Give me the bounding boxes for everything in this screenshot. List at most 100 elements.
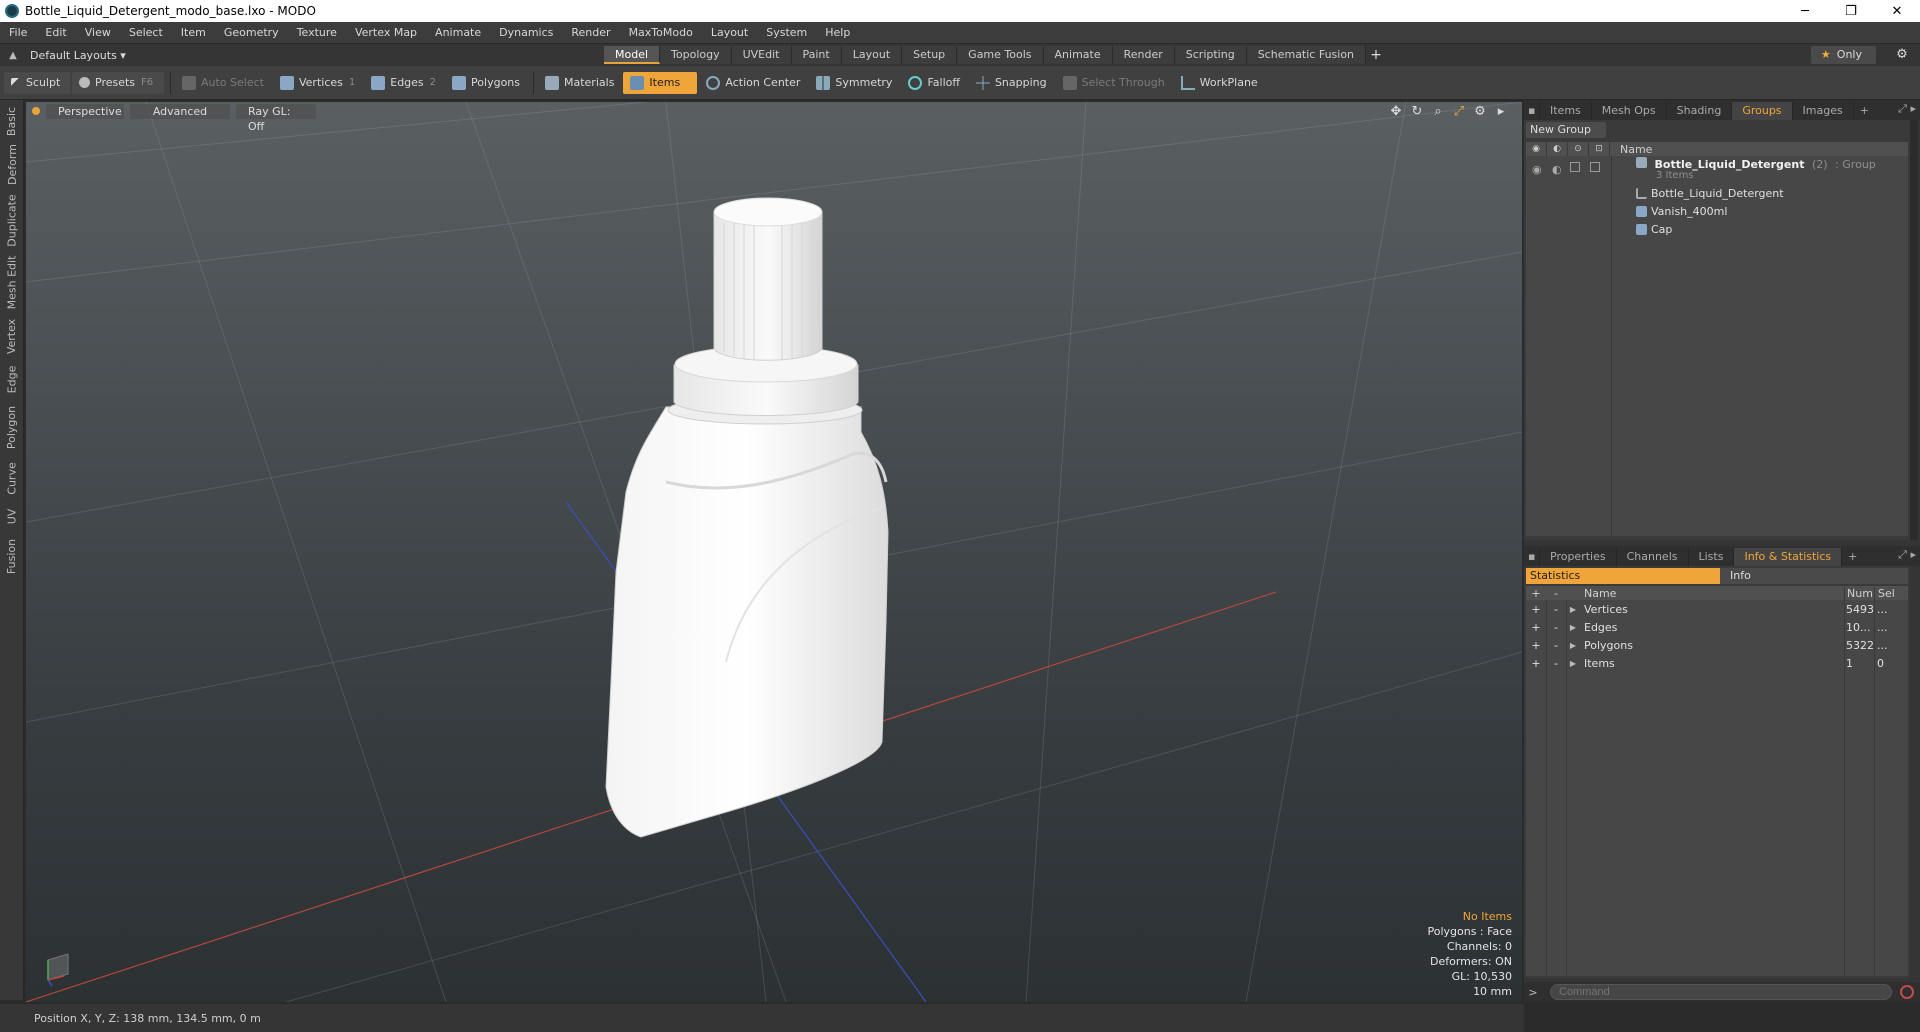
expand-icon[interactable]: ▶ bbox=[1566, 641, 1580, 650]
tab-lists[interactable]: Lists bbox=[1689, 548, 1735, 566]
move-view-icon[interactable]: ✥ bbox=[1389, 104, 1403, 119]
tab-vertex[interactable]: Vertex bbox=[0, 316, 24, 356]
tab-images[interactable]: Images bbox=[1793, 102, 1854, 120]
tab-uvedit[interactable]: UVEdit bbox=[731, 46, 792, 64]
tab-model[interactable]: Model bbox=[604, 46, 661, 64]
viewport-menu-icon[interactable] bbox=[32, 107, 40, 115]
menu-maxtomodo[interactable]: MaxToModo bbox=[620, 26, 702, 39]
tab-properties[interactable]: Properties bbox=[1540, 548, 1617, 566]
record-macro-icon[interactable] bbox=[1900, 985, 1914, 999]
expand-icon[interactable]: ▶ bbox=[1566, 623, 1580, 632]
add-panel-tab-button[interactable]: + bbox=[1842, 548, 1863, 566]
add-icon[interactable]: + bbox=[1526, 603, 1546, 616]
menu-dynamics[interactable]: Dynamics bbox=[490, 26, 562, 39]
tab-layout[interactable]: Layout bbox=[841, 46, 903, 64]
fit-view-icon[interactable]: ⤢ bbox=[1452, 104, 1466, 119]
add-icon[interactable]: + bbox=[1526, 657, 1546, 670]
menu-help[interactable]: Help bbox=[816, 26, 859, 39]
visibility-header-icon[interactable]: ◉ bbox=[1526, 142, 1547, 156]
only-button[interactable]: ★ Only bbox=[1810, 46, 1876, 64]
menu-vertex-map[interactable]: Vertex Map bbox=[346, 26, 426, 39]
menu-file[interactable]: File bbox=[0, 26, 36, 39]
group-row[interactable]: ◉ ◐ Bottle_Liquid_Detergent (2) : Group … bbox=[1526, 156, 1908, 182]
menu-geometry[interactable]: Geometry bbox=[215, 26, 288, 39]
tab-paint[interactable]: Paint bbox=[791, 46, 842, 64]
tab-polygon[interactable]: Polygon bbox=[0, 402, 24, 452]
tab-animate[interactable]: Animate bbox=[1043, 46, 1113, 64]
action-center-button[interactable]: Action Center bbox=[699, 72, 807, 94]
group-child-row[interactable]: Bottle_Liquid_Detergent bbox=[1636, 184, 1920, 202]
3d-viewport[interactable]: Perspective Advanced Ray GL: Off ✥ ↻ ⌕ ⤢… bbox=[26, 102, 1522, 1002]
stats-row-edges[interactable]: + - ▶ Edges 10... ... bbox=[1526, 618, 1908, 636]
remove-icon[interactable]: - bbox=[1546, 603, 1566, 616]
panel-expand-icon[interactable]: ⤢ ▸ bbox=[1898, 102, 1916, 116]
snapping-button[interactable]: Snapping bbox=[969, 72, 1054, 94]
remove-icon[interactable]: - bbox=[1546, 639, 1566, 652]
add-panel-tab-button[interactable]: + bbox=[1854, 102, 1875, 120]
stats-row-vertices[interactable]: + - ▶ Vertices 5493 ... bbox=[1526, 600, 1908, 618]
add-column-icon[interactable]: + bbox=[1526, 587, 1546, 600]
tab-topology[interactable]: Topology bbox=[660, 46, 732, 64]
symmetry-button[interactable]: Symmetry bbox=[809, 72, 899, 94]
items-button[interactable]: Items bbox=[623, 71, 698, 94]
viewport-settings-icon[interactable]: ⚙ bbox=[1473, 104, 1487, 119]
tab-info-statistics[interactable]: Info & Statistics bbox=[1734, 548, 1843, 566]
presets-button[interactable]: Presets F6 bbox=[72, 71, 164, 94]
rotate-view-icon[interactable]: ↻ bbox=[1410, 104, 1424, 119]
tab-channels[interactable]: Channels bbox=[1617, 548, 1689, 566]
tab-game-tools[interactable]: Game Tools bbox=[957, 46, 1044, 64]
tab-curve[interactable]: Curve bbox=[0, 458, 24, 498]
add-tab-button[interactable]: + bbox=[1366, 46, 1386, 64]
select-checkbox[interactable] bbox=[1590, 162, 1600, 172]
vertices-button[interactable]: Vertices 1 bbox=[273, 72, 362, 94]
viewport-expand-icon[interactable]: ▸ bbox=[1494, 104, 1508, 119]
tab-uv[interactable]: UV bbox=[0, 504, 24, 528]
sculpt-button[interactable]: Sculpt bbox=[4, 71, 70, 94]
subtab-info[interactable]: Info bbox=[1720, 568, 1908, 584]
select-header-icon[interactable]: ⊡ bbox=[1589, 142, 1610, 156]
stats-row-items[interactable]: + - ▶ Items 1 0 bbox=[1526, 654, 1908, 672]
workplane-button[interactable]: WorkPlane bbox=[1174, 72, 1265, 94]
remove-icon[interactable]: - bbox=[1546, 657, 1566, 670]
tab-basic[interactable]: Basic bbox=[0, 106, 24, 136]
expand-icon[interactable]: ▶ bbox=[1566, 605, 1580, 614]
edges-button[interactable]: Edges 2 bbox=[364, 72, 443, 94]
materials-button[interactable]: Materials bbox=[538, 72, 621, 94]
group-child-row[interactable]: Cap bbox=[1636, 220, 1920, 238]
close-button[interactable]: ✕ bbox=[1874, 0, 1920, 22]
remove-icon[interactable]: - bbox=[1546, 621, 1566, 634]
render-header-icon[interactable]: ◐ bbox=[1547, 142, 1568, 156]
new-group-button[interactable]: New Group bbox=[1526, 122, 1606, 138]
view-mode-button[interactable]: Perspective bbox=[46, 103, 124, 119]
auto-select-button[interactable]: Auto Select bbox=[175, 72, 271, 94]
tab-schematic-fusion[interactable]: Schematic Fusion bbox=[1246, 46, 1367, 64]
menu-edit[interactable]: Edit bbox=[36, 26, 75, 39]
command-input[interactable] bbox=[1550, 984, 1892, 1000]
panel-menu-icon[interactable]: ▪ bbox=[1524, 548, 1540, 566]
group-child-row[interactable]: Vanish_400ml bbox=[1636, 202, 1920, 220]
falloff-button[interactable]: Falloff bbox=[901, 72, 966, 94]
tab-duplicate[interactable]: Duplicate bbox=[0, 192, 24, 248]
menu-render[interactable]: Render bbox=[562, 26, 619, 39]
tab-render[interactable]: Render bbox=[1112, 46, 1175, 64]
menu-system[interactable]: System bbox=[757, 26, 816, 39]
tab-groups[interactable]: Groups bbox=[1732, 102, 1793, 120]
menu-view[interactable]: View bbox=[76, 26, 120, 39]
menu-layout[interactable]: Layout bbox=[702, 26, 757, 39]
minimize-button[interactable]: ─ bbox=[1782, 0, 1828, 22]
add-icon[interactable]: + bbox=[1526, 621, 1546, 634]
lock-checkbox[interactable] bbox=[1570, 162, 1580, 172]
lock-header-icon[interactable]: ⊙ bbox=[1568, 142, 1589, 156]
zoom-view-icon[interactable]: ⌕ bbox=[1431, 104, 1445, 119]
gear-icon[interactable]: ⚙ bbox=[1892, 46, 1912, 64]
maximize-button[interactable]: ❐ bbox=[1828, 0, 1874, 22]
menu-select[interactable]: Select bbox=[120, 26, 172, 39]
eye-icon[interactable]: ◉ bbox=[1532, 163, 1542, 176]
layouts-dropdown[interactable]: Default Layouts ▾ bbox=[30, 49, 150, 62]
menu-item[interactable]: Item bbox=[172, 26, 215, 39]
render-toggle-icon[interactable]: ◐ bbox=[1552, 163, 1562, 176]
bottle-model[interactable] bbox=[605, 197, 889, 838]
tab-shading[interactable]: Shading bbox=[1667, 102, 1733, 120]
stats-row-polygons[interactable]: + - ▶ Polygons 5322 ... bbox=[1526, 636, 1908, 654]
raygl-button[interactable]: Ray GL: Off bbox=[236, 103, 316, 133]
